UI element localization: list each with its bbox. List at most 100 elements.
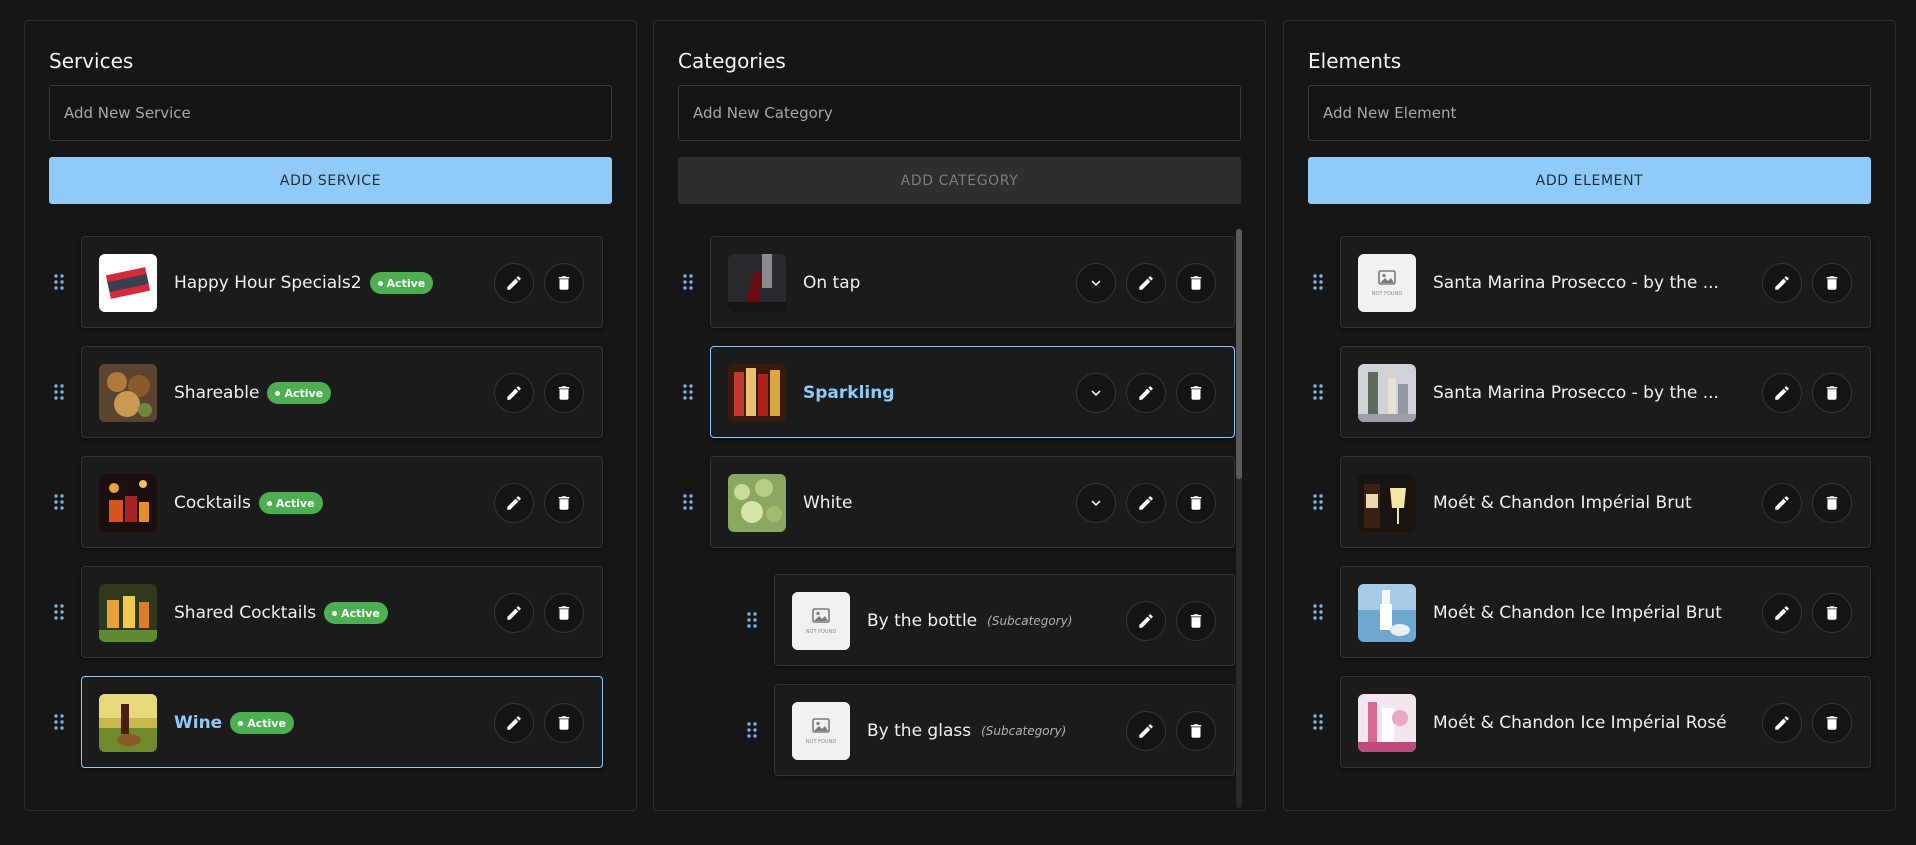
edit-button[interactable] — [1126, 373, 1166, 413]
svg-text:NOT FOUND: NOT FOUND — [806, 629, 837, 635]
drag-handle-icon[interactable] — [53, 383, 65, 401]
expand-button[interactable] — [1076, 263, 1116, 303]
drag-handle-icon[interactable] — [682, 493, 694, 511]
edit-button[interactable] — [1762, 483, 1802, 523]
add-category-input[interactable] — [678, 85, 1241, 141]
service-name: Happy Hour Specials2 — [174, 273, 362, 293]
edit-button[interactable] — [494, 263, 534, 303]
drag-handle-icon[interactable] — [53, 713, 65, 731]
delete-button[interactable] — [1812, 263, 1852, 303]
edit-button[interactable] — [1762, 263, 1802, 303]
drag-handle-icon[interactable] — [1312, 713, 1324, 731]
delete-button[interactable] — [544, 373, 584, 413]
status-badge: Active — [369, 272, 434, 294]
pencil-icon — [1139, 724, 1153, 738]
element-card[interactable]: Santa Marina Prosecco - by the ... — [1340, 346, 1871, 438]
element-card[interactable]: Moét & Chandon Ice Impérial Rosé — [1340, 676, 1871, 768]
edit-button[interactable] — [494, 593, 534, 633]
chevron-down-icon — [1091, 500, 1101, 506]
service-name: Cocktails — [174, 493, 251, 513]
drag-handle-icon[interactable] — [53, 493, 65, 511]
delete-button[interactable] — [544, 483, 584, 523]
delete-button[interactable] — [1812, 703, 1852, 743]
edit-button[interactable] — [494, 483, 534, 523]
edit-button[interactable] — [494, 703, 534, 743]
expand-button[interactable] — [1076, 483, 1116, 523]
add-service-input[interactable] — [49, 85, 612, 141]
add-element-button[interactable]: ADD ELEMENT — [1308, 157, 1871, 204]
delete-button[interactable] — [1176, 711, 1216, 751]
edit-button[interactable] — [1762, 703, 1802, 743]
service-card[interactable]: Cocktails Active — [81, 456, 603, 548]
service-card[interactable]: Happy Hour Specials2 Active — [81, 236, 603, 328]
category-thumbnail — [728, 474, 786, 532]
edit-button[interactable] — [1126, 601, 1166, 641]
service-card-selected[interactable]: Wine Active — [81, 676, 603, 768]
edit-button[interactable] — [1126, 483, 1166, 523]
list-item: Shareable Active — [25, 346, 636, 438]
drag-handle-icon[interactable] — [53, 603, 65, 621]
delete-button[interactable] — [1176, 483, 1216, 523]
trash-icon — [1826, 276, 1838, 290]
delete-button[interactable] — [1812, 593, 1852, 633]
edit-button[interactable] — [494, 373, 534, 413]
drag-handle-icon[interactable] — [1312, 273, 1324, 291]
scrollbar-thumb[interactable] — [1236, 229, 1242, 479]
element-thumbnail — [1358, 694, 1416, 752]
category-card[interactable]: On tap — [710, 236, 1235, 328]
service-card[interactable]: Shared Cocktails Active — [81, 566, 603, 658]
pencil-icon — [507, 276, 521, 290]
categories-scrollbar[interactable] — [1236, 229, 1242, 808]
category-card-selected[interactable]: Sparkling — [710, 346, 1235, 438]
subcategory-tag: (Subcategory) — [981, 724, 1067, 738]
add-service-button[interactable]: ADD SERVICE — [49, 157, 612, 204]
delete-button[interactable] — [1812, 373, 1852, 413]
drag-handle-icon[interactable] — [1312, 603, 1324, 621]
drag-handle-icon[interactable] — [746, 721, 758, 739]
edit-button[interactable] — [1126, 263, 1166, 303]
drag-handle-icon[interactable] — [682, 383, 694, 401]
category-label: On tap — [803, 237, 860, 329]
svg-text:NOT FOUND: NOT FOUND — [1372, 291, 1403, 297]
delete-button[interactable] — [1176, 601, 1216, 641]
pencil-icon — [1775, 386, 1789, 400]
list-item: On tap — [654, 236, 1265, 328]
element-label: Santa Marina Prosecco - by the ... — [1433, 347, 1719, 439]
pencil-icon — [507, 386, 521, 400]
status-badge: Active — [258, 492, 323, 514]
pencil-icon — [1139, 496, 1153, 510]
drag-handle-icon[interactable] — [682, 273, 694, 291]
drag-handle-icon[interactable] — [1312, 383, 1324, 401]
delete-button[interactable] — [1812, 483, 1852, 523]
expand-button[interactable] — [1076, 373, 1116, 413]
delete-button[interactable] — [544, 263, 584, 303]
edit-button[interactable] — [1762, 373, 1802, 413]
add-element-input[interactable] — [1308, 85, 1871, 141]
element-name: Moét & Chandon Impérial Brut — [1433, 493, 1692, 513]
element-card[interactable]: Moét & Chandon Impérial Brut — [1340, 456, 1871, 548]
service-thumbnail — [99, 474, 157, 532]
subcategory-card[interactable]: NOT FOUND By the bottle (Subcategory) — [774, 574, 1235, 666]
add-category-button[interactable]: ADD CATEGORY — [678, 157, 1241, 204]
drag-handle-icon[interactable] — [1312, 493, 1324, 511]
trash-icon — [558, 496, 570, 510]
trash-icon — [1190, 386, 1202, 400]
drag-handle-icon[interactable] — [53, 273, 65, 291]
list-item: Moét & Chandon Impérial Brut — [1284, 456, 1895, 548]
category-card[interactable]: White — [710, 456, 1235, 548]
subcategory-item: NOT FOUND By the bottle (Subcategory) — [654, 574, 1265, 666]
delete-button[interactable] — [544, 703, 584, 743]
service-card[interactable]: Shareable Active — [81, 346, 603, 438]
subcategory-tag: (Subcategory) — [987, 614, 1073, 628]
edit-button[interactable] — [1762, 593, 1802, 633]
edit-button[interactable] — [1126, 711, 1166, 751]
delete-button[interactable] — [544, 593, 584, 633]
pencil-icon — [507, 606, 521, 620]
element-card[interactable]: NOT FOUND Santa Marina Prosecco - by the… — [1340, 236, 1871, 328]
delete-button[interactable] — [1176, 263, 1216, 303]
category-label: White — [803, 457, 852, 549]
drag-handle-icon[interactable] — [746, 611, 758, 629]
element-card[interactable]: Moét & Chandon Ice Impérial Brut — [1340, 566, 1871, 658]
delete-button[interactable] — [1176, 373, 1216, 413]
subcategory-card[interactable]: NOT FOUND By the glass (Subcategory) — [774, 684, 1235, 776]
